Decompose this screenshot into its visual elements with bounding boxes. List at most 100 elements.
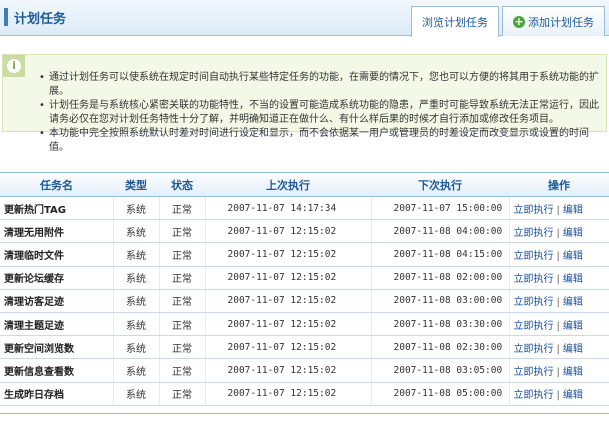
run-now-link[interactable]: 立即执行	[514, 274, 554, 285]
edit-link[interactable]: 编辑	[563, 205, 583, 216]
tab-browse-tasks[interactable]: 浏览计划任务	[411, 6, 499, 37]
task-type-cell: 系统	[113, 289, 160, 313]
info-item: 通过计划任务可以使系统在规定时间自动执行某些特定任务的功能，在需要的情况下，您也…	[39, 71, 599, 99]
task-status-cell: 正常	[159, 219, 206, 244]
actions-cell: 立即执行 | 编辑	[509, 242, 609, 267]
task-status-cell: 正常	[159, 266, 206, 290]
actions-cell: 立即执行 | 编辑	[509, 335, 609, 360]
table-row: 清理访客足迹 系统 正常 2007-11-07 12:15:02 2007-11-08 …	[0, 289, 609, 313]
action-separator: |	[556, 297, 560, 309]
run-now-link[interactable]: 立即执行	[514, 390, 554, 401]
action-separator: |	[556, 366, 560, 378]
next-run-cell: 2007-11-08 04:15:00	[371, 242, 510, 267]
run-now-link[interactable]: 立即执行	[514, 205, 554, 216]
action-separator: |	[556, 274, 560, 286]
tab-browse-tasks-label: 浏览计划任务	[422, 16, 488, 29]
task-type-cell: 系统	[113, 242, 160, 267]
next-run-cell: 2007-11-07 15:00:00	[371, 196, 510, 221]
last-run-cell: 2007-11-07 14:17:34	[205, 196, 372, 221]
info-box: i 通过计划任务可以使系统在规定时间自动执行某些特定任务的功能，在需要的情况下，…	[2, 54, 607, 153]
task-status-cell: 正常	[159, 196, 206, 221]
column-header-type: 类型	[113, 172, 159, 197]
table-row: 生成昨日存档 系统 正常 2007-11-07 12:15:02 2007-11-08 …	[0, 382, 609, 406]
task-status-cell: 正常	[159, 312, 206, 337]
edit-link[interactable]: 编辑	[563, 251, 583, 262]
task-status-cell: 正常	[159, 358, 206, 383]
column-header-last-run: 上次执行	[205, 172, 371, 197]
actions-cell: 立即执行 | 编辑	[509, 312, 609, 337]
edit-link[interactable]: 编辑	[563, 297, 583, 308]
task-name-cell: 更新热门TAG	[0, 196, 114, 221]
next-run-cell: 2007-11-08 04:00:00	[371, 219, 510, 244]
tab-add-task-label: 添加计划任务	[528, 15, 594, 29]
task-name-cell: 更新空间浏览数	[0, 335, 114, 360]
column-header-actions: 操作	[509, 172, 609, 197]
task-type-cell: 系统	[113, 219, 160, 244]
title-accent-bar	[4, 8, 8, 26]
edit-link[interactable]: 编辑	[563, 367, 583, 378]
table-row: 更新信息查看数 系统 正常 2007-11-07 12:15:02 2007-11-08…	[0, 358, 609, 383]
last-run-cell: 2007-11-07 12:15:02	[205, 382, 372, 406]
actions-cell: 立即执行 | 编辑	[509, 219, 609, 244]
edit-link[interactable]: 编辑	[563, 390, 583, 401]
edit-link[interactable]: 编辑	[563, 321, 583, 332]
task-status-cell: 正常	[159, 242, 206, 267]
table-row: 清理无用附件 系统 正常 2007-11-07 12:15:02 2007-11-08 …	[0, 219, 609, 244]
run-now-link[interactable]: 立即执行	[514, 251, 554, 262]
title-wrap: 计划任务	[0, 4, 66, 30]
actions-cell: 立即执行 | 编辑	[509, 289, 609, 313]
task-status-cell: 正常	[159, 382, 206, 406]
column-header-next-run: 下次执行	[371, 172, 509, 197]
action-separator: |	[556, 390, 560, 402]
table-bottom-border	[0, 413, 609, 414]
last-run-cell: 2007-11-07 12:15:02	[205, 219, 372, 244]
actions-cell: 立即执行 | 编辑	[509, 266, 609, 290]
info-item: 计划任务是与系统核心紧密关联的功能特性，不当的设置可能造成系统功能的隐患，严重时…	[39, 99, 599, 127]
table-header-row: 任务名 类型 状态 上次执行 下次执行 操作	[0, 172, 609, 197]
run-now-link[interactable]: 立即执行	[514, 297, 554, 308]
edit-link[interactable]: 编辑	[563, 228, 583, 239]
task-type-cell: 系统	[113, 266, 160, 290]
column-header-status: 状态	[159, 172, 205, 197]
action-separator: |	[556, 250, 560, 262]
table-row: 更新空间浏览数 系统 正常 2007-11-07 12:15:02 2007-11-08…	[0, 335, 609, 360]
table-row: 清理主题足迹 系统 正常 2007-11-07 12:15:02 2007-11-08 …	[0, 312, 609, 337]
last-run-cell: 2007-11-07 12:15:02	[205, 358, 372, 383]
task-type-cell: 系统	[113, 382, 160, 406]
next-run-cell: 2007-11-08 02:00:00	[371, 266, 510, 290]
last-run-cell: 2007-11-07 12:15:02	[205, 266, 372, 290]
last-run-cell: 2007-11-07 12:15:02	[205, 242, 372, 267]
action-separator: |	[556, 227, 560, 239]
next-run-cell: 2007-11-08 02:30:00	[371, 335, 510, 360]
run-now-link[interactable]: 立即执行	[514, 228, 554, 239]
info-item: 本功能中完全按照系统默认时差对时间进行设定和显示，而不会依据某一用户或管理员的时…	[39, 127, 599, 155]
task-status-cell: 正常	[159, 335, 206, 360]
edit-link[interactable]: 编辑	[563, 274, 583, 285]
next-run-cell: 2007-11-08 03:30:00	[371, 312, 510, 337]
table-row: 清理临时文件 系统 正常 2007-11-07 12:15:02 2007-11-08 …	[0, 242, 609, 267]
task-type-cell: 系统	[113, 196, 160, 221]
actions-cell: 立即执行 | 编辑	[509, 196, 609, 221]
table-row: 更新论坛缓存 系统 正常 2007-11-07 12:15:02 2007-11-08 …	[0, 266, 609, 290]
task-type-cell: 系统	[113, 312, 160, 337]
task-name-cell: 清理主题足迹	[0, 312, 114, 337]
last-run-cell: 2007-11-07 12:15:02	[205, 312, 372, 337]
plus-circle-icon: +	[513, 14, 525, 28]
run-now-link[interactable]: 立即执行	[514, 321, 554, 332]
task-type-cell: 系统	[113, 335, 160, 360]
page-header: 计划任务 浏览计划任务 + 添加计划任务	[0, 0, 609, 37]
task-name-cell: 清理无用附件	[0, 219, 114, 244]
run-now-link[interactable]: 立即执行	[514, 367, 554, 378]
next-run-cell: 2007-11-08 03:00:00	[371, 289, 510, 313]
tab-add-task[interactable]: + 添加计划任务	[502, 6, 605, 36]
next-run-cell: 2007-11-08 03:05:00	[371, 358, 510, 383]
task-status-cell: 正常	[159, 289, 206, 313]
table-row: 更新热门TAG 系统 正常 2007-11-07 14:17:34 2007-11-07…	[0, 196, 609, 221]
info-icon: i	[3, 55, 25, 77]
column-header-task-name: 任务名	[0, 172, 113, 197]
last-run-cell: 2007-11-07 12:15:02	[205, 289, 372, 313]
run-now-link[interactable]: 立即执行	[514, 344, 554, 355]
edit-link[interactable]: 编辑	[563, 344, 583, 355]
task-name-cell: 生成昨日存档	[0, 382, 114, 406]
task-table: 任务名 类型 状态 上次执行 下次执行 操作 更新热门TAG 系统 正常 2007-1…	[0, 172, 609, 406]
